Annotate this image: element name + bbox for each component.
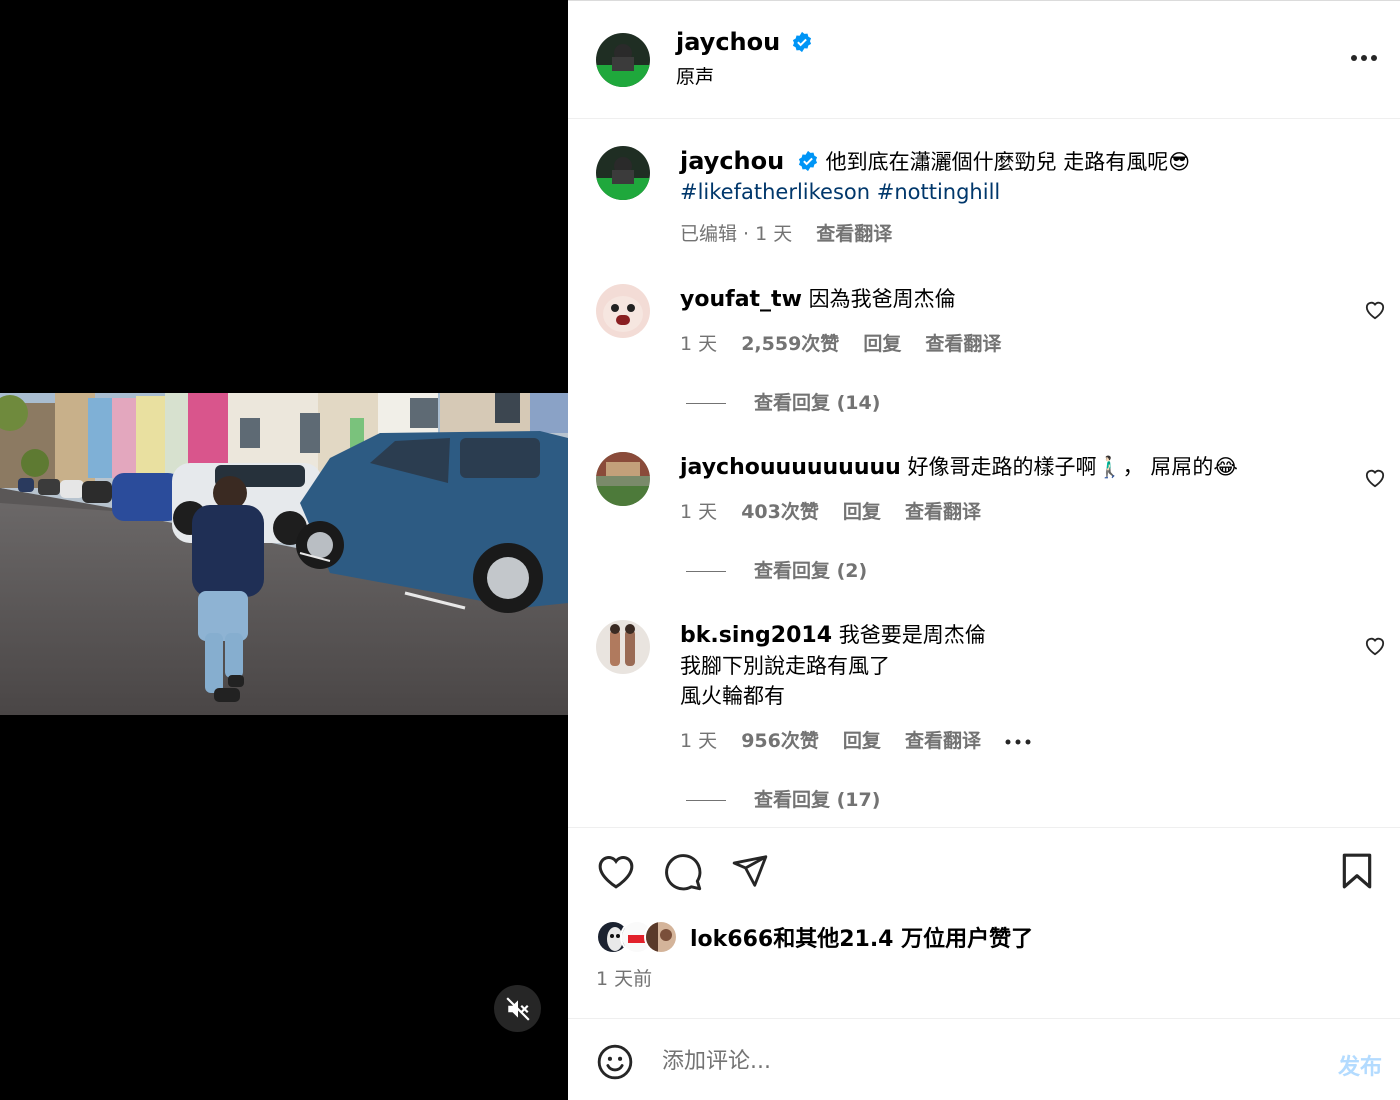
view-replies-button[interactable]: 查看回复 (17) (686, 785, 880, 812)
liker-avatar (644, 920, 678, 954)
street-scene-image (0, 393, 568, 715)
view-replies-label: 查看回复 (17) (754, 789, 881, 811)
mute-button[interactable] (494, 985, 541, 1032)
comment-avatar[interactable] (596, 284, 650, 338)
comment-body: jaychouuuuuuuuu 好像哥走路的樣子啊🚶🏻‍♂️， 屌屌的😂 (680, 452, 1238, 483)
view-replies-button[interactable]: 查看回复 (2) (686, 556, 867, 583)
caption-text: 他到底在瀟灑個什麼勁兒 走路有風呢😎 (825, 150, 1191, 174)
emoji-icon[interactable] (596, 1043, 634, 1081)
caption-line: jaychou 他到底在瀟灑個什麼勁兒 走路有風呢😎 (680, 146, 1190, 177)
comment-likes-count[interactable]: 403次赞 (741, 501, 819, 523)
add-comment-bar: 发布 (568, 1018, 1400, 1100)
comment-text-line: 風火輪都有 (680, 684, 785, 708)
comment-text: 好像哥走路的樣子啊🚶🏻‍♂️， 屌屌的😂 (907, 455, 1238, 479)
comment-input[interactable] (662, 1043, 1302, 1079)
comment-like-heart-icon[interactable] (1364, 636, 1386, 656)
view-replies-label: 查看回复 (14) (754, 392, 881, 414)
avatar-image (596, 620, 650, 674)
comment-meta: 1 天 956次赞 回复 查看翻译 (680, 726, 1031, 753)
comment-time: 1 天 (680, 333, 718, 355)
author-username[interactable]: jaychou (676, 28, 780, 56)
caption-edited-time: 已编辑 · 1 天 (680, 223, 793, 245)
author-avatar[interactable] (596, 33, 650, 87)
caption-username[interactable]: jaychou (680, 147, 784, 175)
post-video[interactable] (0, 393, 568, 715)
avatar-image (596, 284, 650, 338)
comment-avatar[interactable] (596, 620, 650, 674)
likes-summary[interactable]: lok666和其他21.4 万位用户赞了 (596, 918, 1033, 956)
replies-line (686, 571, 726, 572)
caption-translate-link[interactable]: 查看翻译 (816, 223, 892, 245)
comment-text: 我爸要是周杰倫 (838, 623, 986, 647)
post-timestamp[interactable]: 1 天前 (596, 964, 652, 991)
avatar-image (596, 33, 650, 87)
comment-likes-count[interactable]: 956次赞 (741, 730, 819, 752)
caption-hashtags[interactable]: #likefatherlikeson #nottinghill (680, 177, 1000, 207)
post-comment-button[interactable]: 发布 (1338, 1049, 1382, 1081)
reply-button[interactable]: 回复 (843, 730, 881, 752)
translate-link[interactable]: 查看翻译 (905, 501, 981, 523)
media-pane (0, 0, 568, 1100)
comments-list: jaychou 他到底在瀟灑個什麼勁兒 走路有風呢😎 #likefatherli… (568, 120, 1400, 827)
caption-author-avatar[interactable] (596, 146, 650, 200)
translate-link[interactable]: 查看翻译 (905, 730, 981, 752)
reply-button[interactable]: 回复 (863, 333, 901, 355)
share-send-icon[interactable] (730, 852, 770, 890)
comment-meta: 1 天 2,559次赞 回复 查看翻译 (680, 329, 1019, 356)
avatar-image (646, 922, 676, 952)
comment-body: bk.sing2014 我爸要是周杰倫 (680, 620, 986, 651)
comment-username[interactable]: jaychouuuuuuuuu (680, 455, 901, 480)
comment-username[interactable]: youfat_tw (680, 287, 802, 312)
replies-line (686, 403, 726, 404)
speaker-muted-icon (505, 996, 530, 1021)
avatar-image (596, 452, 650, 506)
view-replies-button[interactable]: 查看回复 (14) (686, 388, 880, 415)
comment-meta: 1 天 403次赞 回复 查看翻译 (680, 497, 999, 524)
replies-line (686, 800, 726, 801)
reply-button[interactable]: 回复 (843, 501, 881, 523)
likes-count-text[interactable]: lok666和其他21.4 万位用户赞了 (690, 921, 1033, 953)
post-details-panel: jaychou 原声 jaychou 他到底在瀟灑個什麼勁兒 走路有風呢😎 #l… (568, 0, 1400, 1100)
more-options-icon[interactable] (1350, 53, 1378, 63)
audio-label[interactable]: 原声 (676, 62, 813, 89)
comment-body: youfat_tw 因為我爸周杰倫 (680, 284, 956, 315)
comment-text-line: 我腳下別說走路有風了 (680, 654, 890, 678)
verified-badge-icon (793, 31, 812, 53)
post-header: jaychou 原声 (568, 1, 1400, 119)
translate-link[interactable]: 查看翻译 (925, 333, 1001, 355)
comment-username[interactable]: bk.sing2014 (680, 623, 832, 648)
action-bar (568, 850, 1400, 896)
comment-like-heart-icon[interactable] (1364, 300, 1386, 320)
post-dialog: jaychou 原声 jaychou 他到底在瀟灑個什麼勁兒 走路有風呢😎 #l… (0, 0, 1400, 1100)
divider (568, 827, 1400, 828)
verified-badge-icon (798, 150, 817, 172)
avatar-image (596, 146, 650, 200)
author-info: jaychou 原声 (676, 28, 813, 89)
view-replies-label: 查看回复 (2) (754, 560, 868, 582)
comment-time: 1 天 (680, 730, 718, 752)
comment-time: 1 天 (680, 501, 718, 523)
comment-bubble-icon[interactable] (663, 852, 703, 892)
comment-text: 因為我爸周杰倫 (808, 287, 956, 311)
like-heart-icon[interactable] (596, 852, 636, 890)
comment-options-icon[interactable] (1005, 738, 1031, 746)
comment-avatar[interactable] (596, 452, 650, 506)
comment-likes-count[interactable]: 2,559次赞 (741, 333, 839, 355)
caption-meta: 已编辑 · 1 天 查看翻译 (680, 219, 910, 246)
bookmark-save-icon[interactable] (1340, 852, 1374, 890)
comment-like-heart-icon[interactable] (1364, 468, 1386, 488)
